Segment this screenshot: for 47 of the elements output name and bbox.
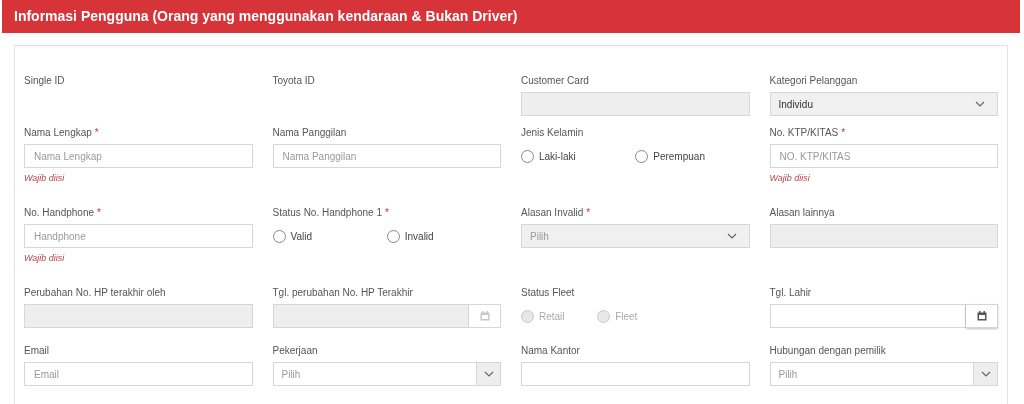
field-label: Alasan lainnya bbox=[769, 205, 835, 220]
field-label: Customer Card bbox=[521, 73, 589, 88]
error-message: Wajib diisi bbox=[24, 172, 65, 186]
field-label: Tgl. Lahir bbox=[769, 285, 812, 300]
required-mark: * bbox=[586, 205, 591, 220]
required-mark: * bbox=[94, 125, 99, 140]
calendar-icon bbox=[976, 311, 987, 321]
date-field[interactable] bbox=[769, 304, 998, 328]
field-label: Tgl. perubahan No. HP Terakhir bbox=[272, 285, 413, 300]
field-label: No. KTP/KITAS bbox=[769, 125, 839, 140]
radio-option[interactable]: Laki-laki bbox=[521, 148, 636, 164]
text-field[interactable]: Nama Panggilan bbox=[272, 144, 501, 168]
field-label: No. Handphone bbox=[24, 205, 95, 220]
field-label: Single ID bbox=[24, 73, 65, 88]
field-label: Hubungan dengan pemilik bbox=[769, 343, 886, 358]
calendar-icon bbox=[479, 311, 490, 321]
radio-option[interactable]: Perempuan bbox=[635, 148, 750, 164]
field-label: Toyota ID bbox=[272, 73, 315, 88]
radio-option[interactable]: Invalid bbox=[386, 228, 501, 244]
section-title: Informasi Pengguna (Orang yang menggunakan kendaraan & Bukan Driver) bbox=[14, 7, 518, 26]
field-label: Nama Kantor bbox=[521, 343, 580, 358]
field-label: Alasan Invalid bbox=[521, 205, 584, 220]
chevron-down-icon bbox=[975, 101, 985, 107]
calendar-button[interactable] bbox=[966, 304, 998, 328]
field-label: Kategori Pelanggan bbox=[769, 73, 858, 88]
text-field[interactable]: NO. KTP/KITAS bbox=[769, 144, 998, 168]
field-label: Jenis Kelamin bbox=[521, 125, 584, 140]
field-label: Nama Lengkap bbox=[24, 125, 92, 140]
required-mark: * bbox=[385, 205, 389, 220]
error-message: Wajib diisi bbox=[769, 172, 810, 186]
field-label: Perubahan No. HP terakhir oleh bbox=[24, 285, 166, 300]
required-mark: * bbox=[97, 205, 101, 220]
field-label: Pekerjaan bbox=[272, 343, 318, 358]
field-label: Email bbox=[24, 343, 49, 358]
field-label: Status No. Handphone 1 bbox=[272, 205, 383, 220]
error-message: Wajib diisi bbox=[24, 252, 65, 266]
text-field[interactable] bbox=[521, 362, 750, 386]
chevron-down-icon bbox=[973, 363, 997, 385]
field-label: Nama Panggilan bbox=[272, 125, 347, 140]
chevron-down-icon bbox=[726, 233, 737, 239]
required-mark: * bbox=[841, 125, 846, 140]
text-field[interactable]: Nama Lengkap bbox=[24, 144, 253, 168]
radio-option[interactable]: Valid bbox=[272, 228, 387, 244]
text-field[interactable]: Email bbox=[24, 362, 253, 386]
field-label: Status Fleet bbox=[521, 285, 575, 300]
text-field[interactable]: Handphone bbox=[24, 224, 253, 248]
chevron-down-icon bbox=[476, 363, 500, 385]
